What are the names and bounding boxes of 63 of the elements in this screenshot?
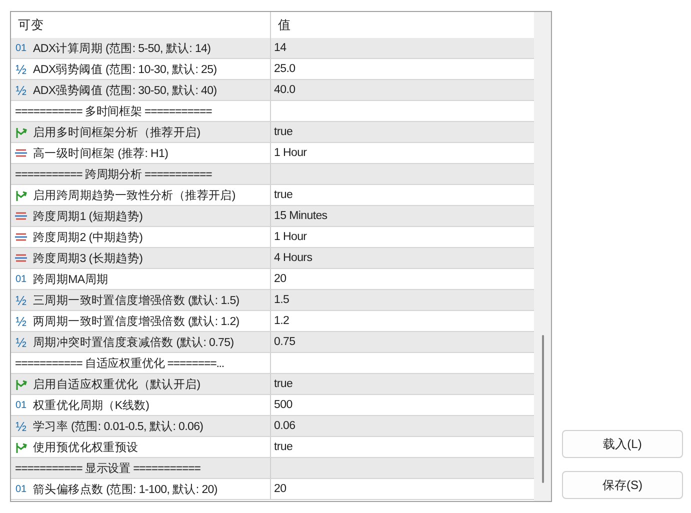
arrow-icon (14, 125, 28, 139)
parameter-value[interactable]: 1.2 (274, 315, 290, 327)
parameter-name: 启用自适应权重优化（默认开启) (33, 378, 200, 392)
parameter-name: ADX弱势阈值 (范围: 10-30, 默认: 25) (33, 62, 217, 76)
parameter-value[interactable]: 20 (274, 483, 286, 495)
load-button[interactable]: 载入(L) (562, 430, 683, 458)
scrollbar[interactable] (534, 12, 551, 501)
arrow-icon (14, 188, 28, 202)
fraction-icon: ½ (14, 62, 28, 76)
parameter-value[interactable]: 20 (274, 273, 286, 285)
parameter-name: ADX强势阈值 (范围: 30-50, 默认: 40) (33, 84, 217, 98)
parameter-name: 跨度周期2 (中期趋势) (33, 230, 143, 244)
parameter-name: 箭头偏移点数 (范围: 1-100, 默认: 20) (33, 482, 218, 496)
parameter-name: 启用跨周期趋势一致性分析（推荐开启) (33, 188, 236, 202)
arrow-icon (14, 440, 28, 454)
integer-icon: 01 (14, 42, 28, 54)
parameter-value[interactable]: 25.0 (274, 63, 296, 75)
parameter-name: ADX计算周期 (范围: 5-50, 默认: 14) (33, 42, 211, 56)
integer-icon: 01 (14, 400, 28, 410)
fraction-icon: ½ (14, 292, 28, 308)
list-icon (14, 210, 28, 222)
list-icon (14, 252, 28, 264)
section-separator: =========== 自适应权重优化 ========... (14, 356, 224, 370)
section-separator: =========== 显示设置 =========== (14, 462, 200, 476)
parameter-name: 启用多时间框架分析（推荐开启) (33, 126, 200, 140)
integer-icon: 01 (14, 484, 28, 494)
parameter-name: 权重优化周期（K线数) (33, 398, 150, 412)
parameter-value[interactable]: true (274, 189, 293, 201)
fraction-icon: ½ (14, 334, 28, 350)
integer-icon: 01 (14, 274, 28, 284)
parameter-value[interactable]: true (274, 378, 293, 390)
parameter-value[interactable]: 500 (274, 399, 292, 411)
scrollbar-thumb[interactable] (542, 335, 544, 483)
parameter-name: 跨周期MA周期 (33, 272, 108, 286)
list-icon (14, 231, 28, 243)
parameter-name: 跨度周期1 (短期趋势) (33, 210, 143, 224)
parameter-name: 学习率 (范围: 0.01-0.5, 默认: 0.06) (33, 420, 204, 434)
section-separator: =========== 多时间框架 =========== (14, 104, 212, 118)
parameter-name: 高一级时间框架 (推荐: H1) (33, 146, 168, 160)
fraction-icon: ½ (14, 418, 28, 434)
parameter-value[interactable]: 1.5 (274, 294, 290, 306)
column-header[interactable]: 值 (271, 12, 534, 38)
parameter-value[interactable]: 0.06 (274, 420, 296, 432)
parameter-value[interactable]: 40.0 (274, 84, 296, 96)
arrow-icon (14, 377, 28, 391)
save-button[interactable]: 保存(S) (562, 471, 683, 499)
section-separator: =========== 跨周期分析 =========== (14, 168, 212, 182)
parameter-name: 跨度周期3 (长期趋势) (33, 252, 143, 266)
parameter-value[interactable]: true (274, 441, 293, 453)
parameter-name: 周期冲突时置信度衰减倍数 (默认: 0.75) (33, 335, 234, 350)
parameter-name: 两周期一致时置信度增强倍数 (默认: 1.2) (33, 314, 240, 328)
parameter-value[interactable]: 1 Hour (274, 231, 307, 243)
parameter-name: 三周期一致时置信度增强倍数 (默认: 1.5) (33, 294, 240, 308)
fraction-icon: ½ (14, 82, 28, 98)
parameter-value[interactable]: true (274, 126, 293, 138)
parameter-value[interactable]: 0.75 (274, 336, 296, 348)
parameter-value[interactable]: 1 Hour (274, 147, 307, 159)
parameter-name: 使用预优化权重预设 (33, 440, 138, 454)
parameter-value[interactable]: 4 Hours (274, 252, 312, 264)
fraction-icon: ½ (14, 314, 28, 328)
parameter-value[interactable]: 15 Minutes (274, 210, 328, 222)
list-icon (14, 147, 28, 159)
parameter-value[interactable]: 14 (274, 42, 286, 54)
